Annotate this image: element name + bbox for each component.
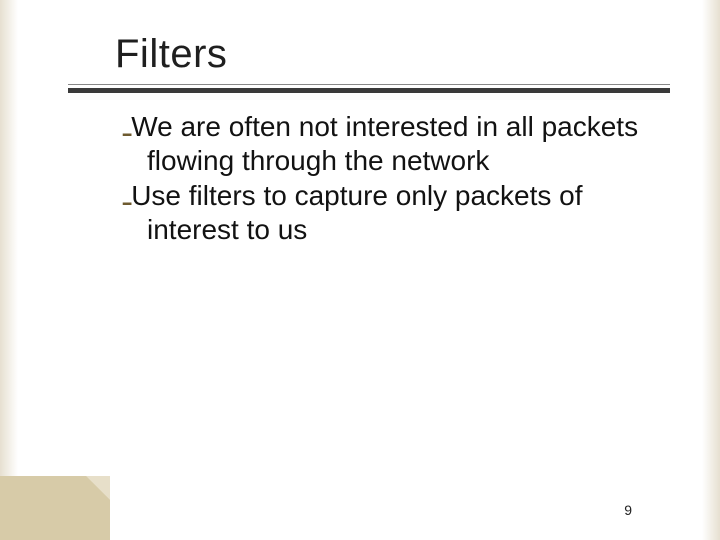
bullet-text: Use filters to capture only packets of i…	[131, 180, 582, 245]
title-rule	[68, 84, 670, 93]
bullet-marker-icon: ـ	[123, 111, 131, 142]
edge-gradient-right	[702, 0, 720, 540]
edge-gradient-left	[0, 0, 18, 540]
bullet-list: ـWe are often not interested in all pack…	[123, 110, 640, 248]
slide-title: Filters	[115, 32, 227, 77]
corner-accent-icon	[0, 476, 110, 540]
bullet-text: We are often not interested in all packe…	[131, 111, 638, 176]
slide: Filters ـWe are often not interested in …	[0, 0, 720, 540]
bullet-item: ـWe are often not interested in all pack…	[123, 110, 640, 177]
rule-thick	[68, 88, 670, 93]
page-number: 9	[624, 502, 632, 518]
bullet-marker-icon: ـ	[123, 180, 131, 211]
rule-thin	[68, 84, 670, 85]
bullet-item: ـUse filters to capture only packets of …	[123, 179, 640, 246]
